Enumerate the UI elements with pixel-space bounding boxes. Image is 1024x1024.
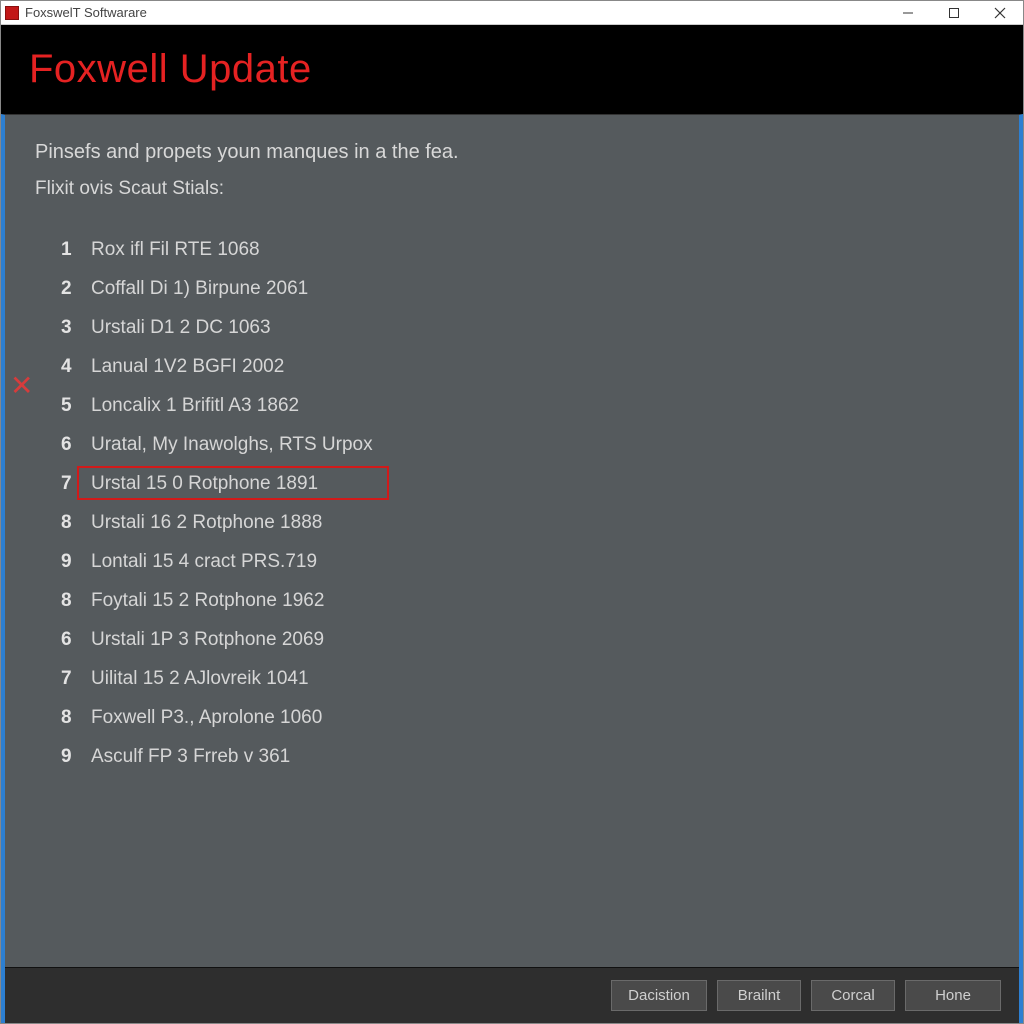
list-item[interactable]: 4Lanual 1V2 BGFI 2002 (35, 347, 989, 386)
list-item-label: Asculf FP 3 Frreb v 361 (75, 746, 290, 768)
close-icon (994, 7, 1006, 19)
footer-bar: Dacistion Brailnt Corcal Hone (5, 967, 1019, 1023)
list-item[interactable]: 9Lontali 15 4 cract PRS.719 (35, 542, 989, 581)
list-item-number: 8 (35, 590, 75, 612)
footer-button[interactable]: Brailnt (717, 980, 801, 1011)
list-item[interactable]: 2Coffall Di 1) Birpune 2061 (35, 269, 989, 308)
list-item[interactable]: 5Loncalix 1 Brifitl A3 1862 (35, 386, 989, 425)
titlebar: FoxswelT Softwarare (1, 1, 1023, 25)
list-item-number: 2 (35, 278, 75, 300)
list-item-label: Uilital 15 2 AJlovreik 1041 (75, 668, 309, 690)
list-item-label: Urstali 1P 3 Rotphone 2069 (75, 629, 324, 651)
close-button[interactable] (977, 1, 1023, 25)
list-item-label: Lontali 15 4 cract PRS.719 (75, 551, 317, 573)
page-title: Foxwell Update (29, 47, 995, 92)
list-item[interactable]: 6Uratal, My Inawolghs, RTS Urpox (35, 425, 989, 464)
list-item-label: Uratal, My Inawolghs, RTS Urpox (75, 434, 373, 456)
footer-button[interactable]: Hone (905, 980, 1001, 1011)
footer-button[interactable]: Corcal (811, 980, 895, 1011)
minimize-button[interactable] (885, 1, 931, 25)
list-item[interactable]: 3Urstali D1 2 DC 1063 (35, 308, 989, 347)
list-item-label: Foxwell P3., Aprolone 1060 (75, 707, 322, 729)
window-controls (885, 1, 1023, 25)
list-item-label: Coffall Di 1) Birpune 2061 (75, 278, 308, 300)
list-item-number: 7 (35, 473, 75, 495)
list-item-number: 5 (35, 395, 75, 417)
list-item-label: Rox ifl Fil RTE 1068 (75, 239, 260, 261)
list-item-number: 7 (35, 668, 75, 690)
app-header: Foxwell Update (1, 25, 1023, 114)
list-item-label: Loncalix 1 Brifitl A3 1862 (75, 395, 299, 417)
list-item-number: 8 (35, 512, 75, 534)
list-item-number: 6 (35, 629, 75, 651)
list-item-label: Urstal 15 0 Rotphone 1891 (75, 473, 318, 495)
maximize-button[interactable] (931, 1, 977, 25)
list-item-number: 8 (35, 707, 75, 729)
content-body: Pinsefs and propets youn manques in a th… (5, 115, 1019, 967)
list-item-number: 6 (35, 434, 75, 456)
list-item[interactable]: 9Asculf FP 3 Frreb v 361 (35, 737, 989, 776)
list-item-number: 3 (35, 317, 75, 339)
list-item-number: 1 (35, 239, 75, 261)
list-item[interactable]: 6Urstali 1P 3 Rotphone 2069 (35, 620, 989, 659)
app-window: FoxswelT Softwarare Foxwell Update Pinse… (0, 0, 1024, 1024)
list-item-number: 9 (35, 551, 75, 573)
list-item-number: 4 (35, 356, 75, 378)
list-item[interactable]: 8Foxwell P3., Aprolone 1060 (35, 698, 989, 737)
maximize-icon (948, 7, 960, 19)
list-item-label: Foytali 15 2 Rotphone 1962 (75, 590, 324, 612)
list-item-label: Urstali 16 2 Rotphone 1888 (75, 512, 322, 534)
app-icon (5, 6, 19, 20)
intro-text-2: Flixit ovis Scaut Stials: (35, 178, 989, 200)
window-title: FoxswelT Softwarare (25, 5, 885, 20)
list-item-label: Urstali D1 2 DC 1063 (75, 317, 271, 339)
list-item[interactable]: 1Rox ifl Fil RTE 1068 (35, 230, 989, 269)
x-marker-icon: ✕ (10, 372, 33, 400)
list-item-number: 9 (35, 746, 75, 768)
list-item[interactable]: 7Urstal 15 0 Rotphone 1891 (35, 464, 989, 503)
list-item[interactable]: 8Foytali 15 2 Rotphone 1962 (35, 581, 989, 620)
content-area: Pinsefs and propets youn manques in a th… (1, 114, 1023, 1023)
minimize-icon (902, 7, 914, 19)
list-item[interactable]: 7Uilital 15 2 AJlovreik 1041 (35, 659, 989, 698)
list-item[interactable]: 8Urstali 16 2 Rotphone 1888 (35, 503, 989, 542)
footer-button[interactable]: Dacistion (611, 980, 707, 1011)
intro-text-1: Pinsefs and propets youn manques in a th… (35, 141, 989, 164)
update-list: 1Rox ifl Fil RTE 10682Coffall Di 1) Birp… (35, 230, 989, 776)
list-item-label: Lanual 1V2 BGFI 2002 (75, 356, 284, 378)
